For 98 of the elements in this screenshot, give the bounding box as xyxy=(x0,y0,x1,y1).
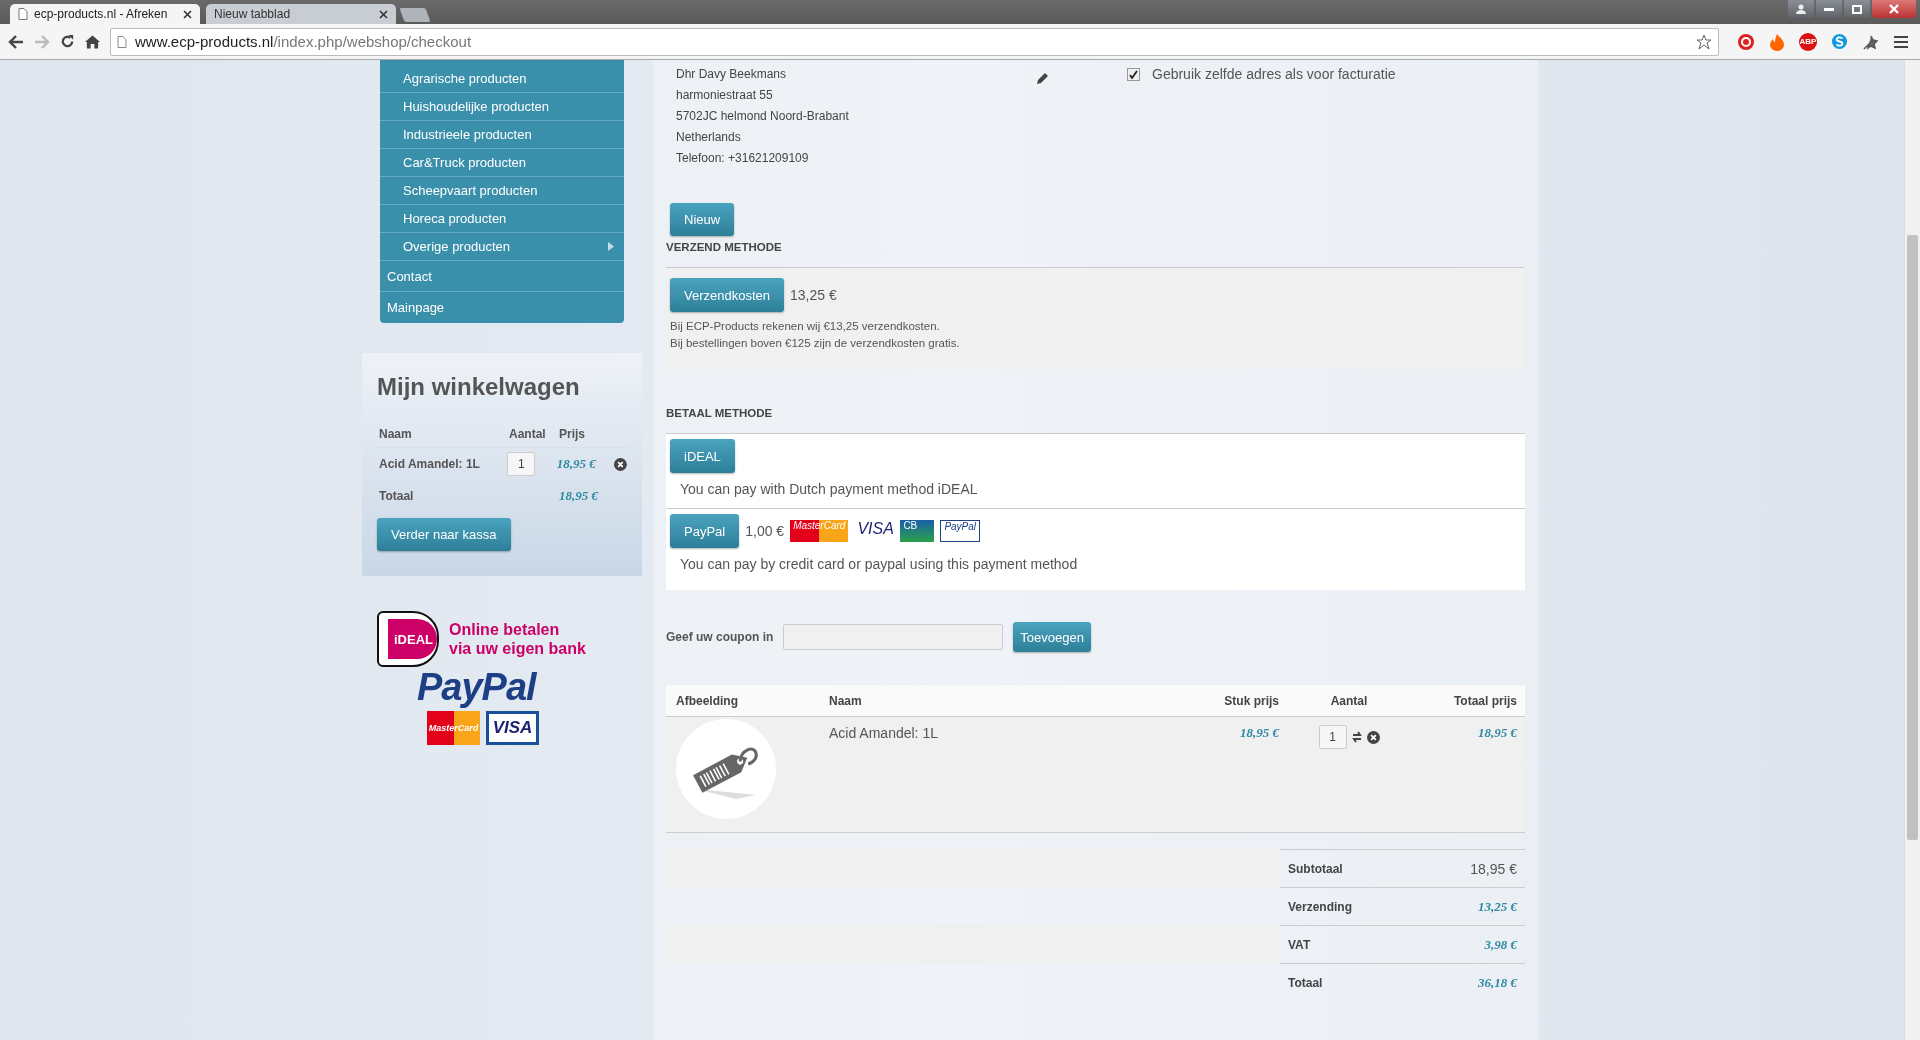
page-icon xyxy=(18,8,28,20)
browser-tab[interactable]: Nieuw tabblad xyxy=(206,4,396,24)
new-address-button[interactable]: Nieuw xyxy=(670,203,735,236)
checkout-button[interactable]: Verder naar kassa xyxy=(377,518,511,551)
menu-item[interactable]: Mainpage xyxy=(380,292,624,323)
close-icon[interactable] xyxy=(183,9,192,19)
person-icon xyxy=(1796,4,1806,14)
payment-description: You can pay by credit card or paypal using this payment method xyxy=(680,556,1079,572)
star-icon[interactable] xyxy=(1696,33,1712,50)
shipping-price: 13,25 € xyxy=(790,287,837,303)
remove-icon[interactable] xyxy=(1366,730,1380,744)
back-icon[interactable] xyxy=(8,34,24,49)
column-header: Prijs xyxy=(559,427,586,441)
total-price: 18,95 € xyxy=(1477,725,1519,741)
column-header: Aantal xyxy=(1329,693,1369,708)
summary-label: VAT xyxy=(1288,937,1311,952)
url-text: www.ecp-products.nl/index.php/webshop/checkout xyxy=(135,33,473,50)
quantity-field[interactable]: 1 xyxy=(1318,725,1347,749)
minimize-icon xyxy=(1824,7,1834,11)
column-header: Afbeelding xyxy=(675,693,739,708)
summary-label: Verzending xyxy=(1288,899,1352,914)
summary-value: 36,18 € xyxy=(1478,974,1517,991)
restore-icon xyxy=(1852,4,1862,14)
s-icon[interactable] xyxy=(1831,33,1848,50)
menu-icon[interactable] xyxy=(1894,35,1908,48)
price: 18,95 € xyxy=(556,456,597,472)
quantity-field[interactable]: 1 xyxy=(507,452,536,476)
card-logo: PayPal xyxy=(940,520,981,542)
payment-button[interactable]: PayPal xyxy=(670,514,740,548)
adblock-button[interactable]: ABP xyxy=(1799,32,1817,51)
section-heading: BETAAL METHODE xyxy=(666,407,774,419)
summary-value: 13,25 € xyxy=(1478,898,1517,915)
home-icon[interactable] xyxy=(85,34,100,49)
restore-button[interactable] xyxy=(1844,0,1870,18)
address-line: Netherlands xyxy=(676,129,742,146)
product-name: Acid Amandel: 1L xyxy=(829,725,939,741)
browser-tab[interactable]: ecp-products.nl - Afreken xyxy=(10,4,200,24)
summary-value: 3,98 € xyxy=(1484,936,1517,953)
menu-item[interactable]: Huishoudelijke producten xyxy=(380,93,624,121)
add-coupon-button[interactable]: Toevoegen xyxy=(1013,622,1091,652)
flame-icon[interactable] xyxy=(1769,32,1785,51)
refresh-icon[interactable] xyxy=(1350,731,1363,743)
column-header: Naam xyxy=(378,427,413,441)
menu-item[interactable]: Contact xyxy=(380,261,624,292)
menu-item[interactable]: Scheepvaart producten xyxy=(380,177,624,205)
stop-icon[interactable] xyxy=(1737,32,1755,51)
card-logo: CB xyxy=(900,520,935,542)
summary-label: Subtotaal xyxy=(1288,861,1343,876)
menu-item[interactable]: Industrieele producten xyxy=(380,121,624,149)
menu-item[interactable]: Car&Truck producten xyxy=(380,149,624,177)
product-name: Acid Amandel: 1L xyxy=(378,457,481,471)
address-line: 5702JC helmond Noord-Brabant xyxy=(676,108,850,125)
ideal-logo: iDEAL xyxy=(377,611,439,667)
address-line: Telefoon: +31621209109 xyxy=(676,150,810,167)
banner-text: via uw eigen bank xyxy=(449,639,586,658)
address-bar[interactable]: www.ecp-products.nl/index.php/webshop/checkout xyxy=(110,27,1719,56)
payment-fee: 1,00 € xyxy=(745,523,785,539)
banner-text: Online betalen xyxy=(449,620,561,639)
minimize-button[interactable] xyxy=(1816,0,1842,18)
menu-item[interactable]: Horeca producten xyxy=(380,205,624,233)
paypal-logo: PayPal xyxy=(417,667,536,707)
shipping-note: Bij bestellingen boven €125 zijn de verzendkosten gratis. xyxy=(670,337,961,349)
scrollbar[interactable] xyxy=(1904,60,1920,1040)
menu-item[interactable]: Agrarische producten xyxy=(380,65,624,93)
shipping-note: Bij ECP-Products rekenen wij €13,25 verzendkosten. xyxy=(670,320,941,332)
summary-label: Totaal xyxy=(1288,975,1323,990)
coupon-field[interactable] xyxy=(783,624,1004,650)
section-heading: VERZEND METHODE xyxy=(666,241,783,253)
coupon-label: Geef uw coupon in xyxy=(666,630,774,644)
address-line: Dhr Davy Beekmans xyxy=(676,66,788,83)
checkbox-label: Gebruik zelfde adres als voor facturatie xyxy=(1152,66,1396,82)
new-tab-button[interactable] xyxy=(399,8,431,22)
shipping-button[interactable]: Verzendkosten xyxy=(670,278,784,312)
checkbox[interactable] xyxy=(1127,67,1140,81)
card-logo: VISA xyxy=(486,711,539,745)
page-icon xyxy=(117,35,127,48)
remove-icon[interactable] xyxy=(614,457,627,471)
payment-button[interactable]: iDEAL xyxy=(670,439,735,473)
reload-icon[interactable] xyxy=(60,34,75,49)
close-icon xyxy=(1889,4,1899,14)
unit-price: 18,95 € xyxy=(1239,725,1279,741)
total-value: 18,95 € xyxy=(559,488,600,504)
summary-value: 18,95 € xyxy=(1470,860,1517,877)
column-header: Naam xyxy=(829,693,863,708)
address-line: harmoniestraat 55 xyxy=(676,87,774,104)
column-header: Stuk prijs xyxy=(1223,693,1279,708)
close-icon[interactable] xyxy=(379,9,388,19)
close-window-button[interactable] xyxy=(1872,0,1916,18)
column-header: Aantal xyxy=(509,427,547,441)
user-button[interactable] xyxy=(1788,0,1814,18)
cart-title: Mijn winkelwagen xyxy=(377,373,581,401)
column-header: Totaal prijs xyxy=(1452,693,1518,708)
scrollbar-thumb[interactable] xyxy=(1907,235,1918,840)
payment-description: You can pay with Dutch payment method iDEAL xyxy=(680,481,979,497)
card-logo: MasterCard xyxy=(427,711,480,745)
pencil-icon[interactable] xyxy=(1036,72,1049,85)
menu-item[interactable]: Overige producten xyxy=(380,233,624,261)
total-label: Totaal xyxy=(378,489,415,503)
